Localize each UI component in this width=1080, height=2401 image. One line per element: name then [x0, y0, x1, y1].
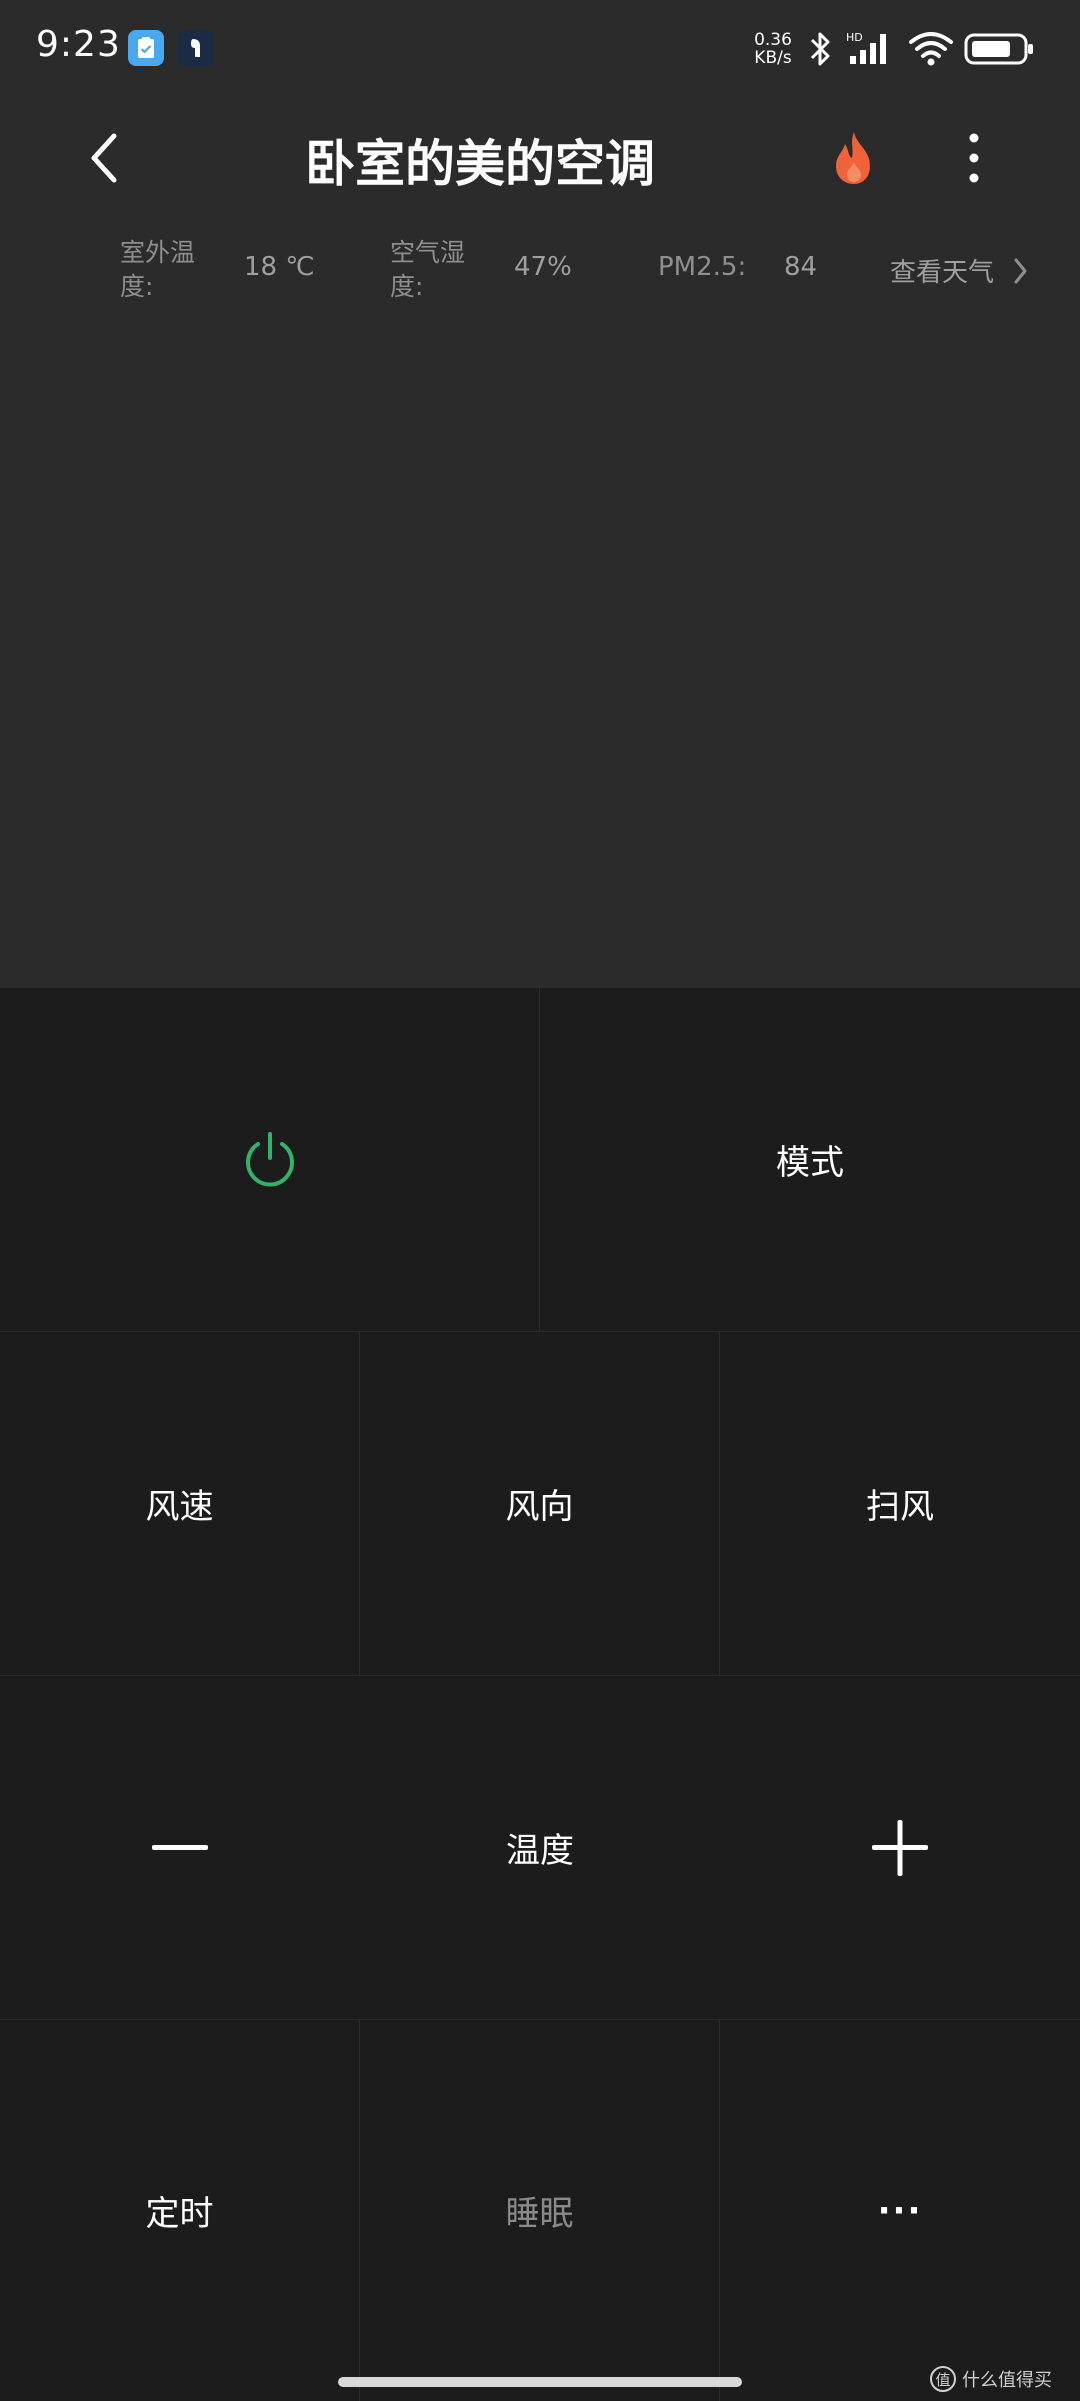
sleep-label: 睡眠	[505, 2194, 574, 2234]
humidity-label: 空气湿 度:	[390, 236, 486, 304]
humidity-label-line1: 空气湿	[390, 238, 466, 267]
status-time: 9:23	[36, 24, 121, 65]
timer-label: 定时	[145, 2194, 214, 2234]
cellular-signal-icon: HD	[846, 30, 898, 72]
back-arrow-icon	[91, 133, 117, 183]
more-options-button[interactable]	[956, 126, 992, 190]
mode-label: 模式	[776, 1143, 844, 1183]
fan-direction-button[interactable]: 风向	[360, 1332, 720, 1676]
watermark-text: 什么值得买	[962, 2370, 1052, 2391]
weather-info-row: 室外温 度: 18 ℃ 空气湿 度: 47% PM2.5: 84 查看天气	[0, 232, 1080, 312]
header: 卧室的美的空调	[0, 96, 1080, 220]
page-title: 卧室的美的空调	[305, 135, 655, 193]
signal-hd-label: HD	[846, 31, 863, 44]
fire-button[interactable]	[826, 128, 882, 188]
fan-speed-button[interactable]: 风速	[0, 1332, 360, 1676]
wifi-icon	[908, 30, 954, 72]
swing-button[interactable]: 扫风	[720, 1332, 1080, 1676]
home-indicator[interactable]	[338, 2377, 742, 2387]
control-panel: 模式 风速 风向 扫风 温度 定时 睡眠 ···	[0, 988, 1080, 2401]
mode-button[interactable]: 模式	[540, 988, 1080, 1332]
sleep-button[interactable]: 睡眠	[360, 2020, 720, 2401]
more-functions-label: ···	[877, 2190, 923, 2231]
vertical-dots-icon	[969, 133, 979, 183]
temperature-display: 温度	[360, 1676, 720, 2020]
flame-icon	[836, 132, 870, 184]
pm25-label: PM2.5:	[658, 252, 747, 282]
network-speed-value: 0.36	[754, 30, 792, 50]
temperature-increase-button[interactable]	[720, 1676, 1080, 2020]
humidity-label-line2: 度:	[390, 272, 424, 301]
humidity-value: 47%	[514, 252, 572, 282]
back-button[interactable]	[76, 128, 136, 188]
watermark-badge: 值	[930, 2366, 956, 2392]
network-speed-unit: KB/s	[754, 48, 792, 68]
more-functions-button[interactable]: ···	[720, 2020, 1080, 2401]
outdoor-temp-label-line1: 室外温	[120, 238, 196, 267]
fan-direction-label: 风向	[505, 1487, 574, 1527]
plus-icon	[872, 1819, 928, 1876]
temperature-label: 温度	[506, 1831, 574, 1871]
view-weather-link[interactable]: 查看天气	[890, 252, 994, 289]
outdoor-temp-value: 18 ℃	[244, 252, 315, 282]
timer-button[interactable]: 定时	[0, 2020, 360, 2401]
temperature-decrease-button[interactable]	[0, 1676, 360, 2020]
outdoor-temp-label: 室外温 度:	[120, 236, 216, 304]
clipboard-app-icon	[128, 30, 164, 66]
watermark: 值 什么值得买	[930, 2364, 1070, 2394]
chevron-right-icon[interactable]	[1011, 254, 1031, 294]
power-icon	[245, 1131, 294, 1186]
power-button[interactable]	[0, 988, 540, 1332]
bluetooth-icon	[806, 30, 836, 72]
status-bar: 9:23 0.36 KB/s HD	[0, 0, 1080, 96]
app-notification-icon	[178, 30, 214, 66]
fan-speed-label: 风速	[145, 1487, 214, 1527]
minus-icon	[152, 1844, 208, 1850]
network-speed: 0.36 KB/s	[748, 31, 798, 67]
swing-label: 扫风	[866, 1487, 934, 1527]
outdoor-temp-label-line2: 度:	[120, 272, 154, 301]
pm25-value: 84	[784, 252, 818, 282]
battery-icon	[964, 30, 1036, 72]
